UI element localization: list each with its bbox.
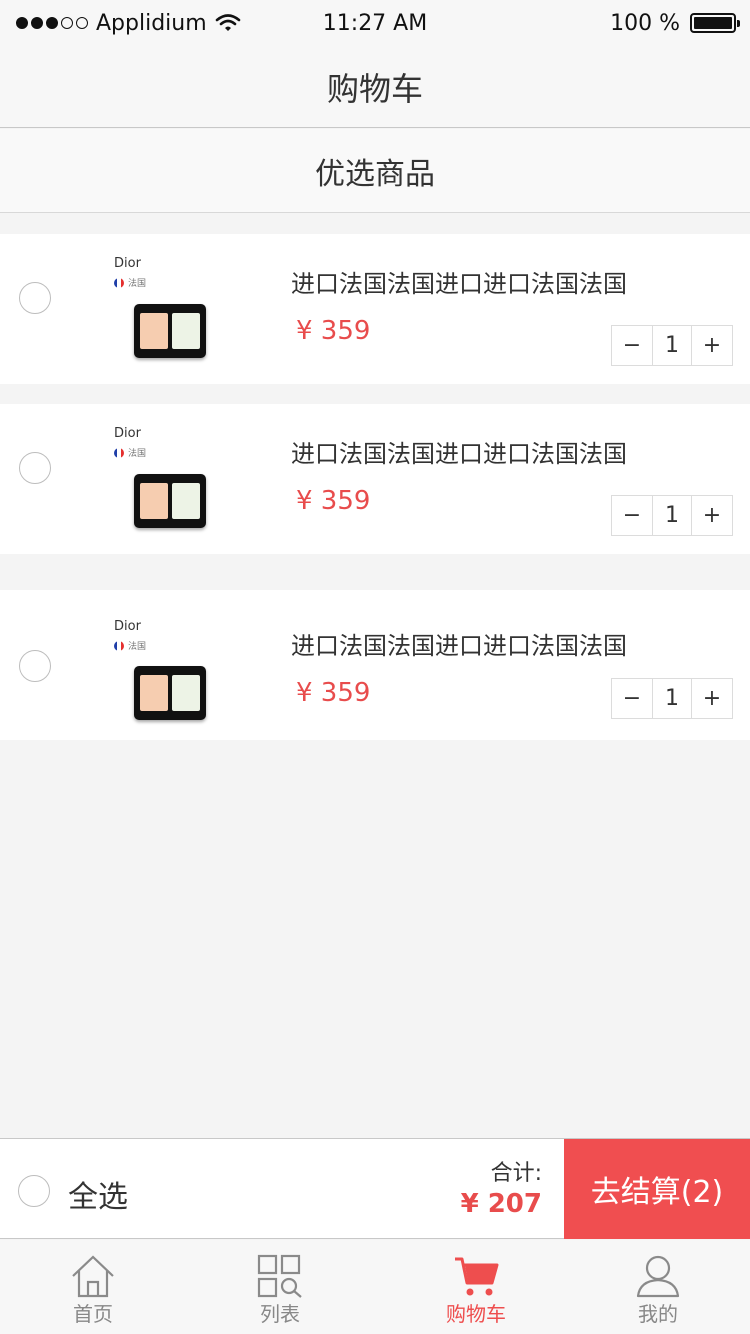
brand-label: Dior	[114, 256, 141, 271]
section-title: 优选商品	[315, 156, 435, 192]
compact-powder-image	[134, 666, 206, 720]
product-title[interactable]: 进口法国法国进口进口法国法国	[291, 434, 627, 469]
nav-bar: 购物车	[0, 46, 750, 128]
status-left: Applidium	[16, 11, 241, 36]
carrier-name: Applidium	[96, 10, 207, 36]
product-title[interactable]: 进口法国法国进口进口法国法国	[291, 264, 627, 299]
cart-icon	[455, 1257, 499, 1296]
origin-text: 法国	[128, 642, 147, 652]
list-grid-icon	[257, 1254, 302, 1298]
compact-powder-image	[134, 304, 206, 358]
item-select-radio[interactable]	[19, 650, 51, 682]
compact-powder-image	[134, 474, 206, 528]
brand-label: Dior	[114, 426, 141, 441]
status-right: 100 %	[610, 10, 740, 36]
cart-item: Dior 法国 进口法国法国进口进口法国法国 ¥ 359 − 1 +	[0, 590, 750, 740]
product-title[interactable]: 进口法国法国进口进口法国法国	[291, 626, 627, 661]
quantity-value[interactable]: 1	[652, 326, 692, 365]
checkout-bar: 全选 合计: ¥ 207 去结算(2)	[0, 1138, 750, 1239]
tab-list[interactable]: 列表	[220, 1240, 340, 1334]
decrease-button[interactable]: −	[612, 326, 652, 365]
product-price: ¥ 359	[296, 486, 371, 516]
battery-icon	[690, 13, 740, 33]
signal-strength-icon	[16, 17, 88, 29]
brand-label: Dior	[114, 619, 141, 634]
tab-cart[interactable]: 购物车	[416, 1240, 536, 1334]
select-all-label[interactable]: 全选	[68, 1172, 128, 1216]
increase-button[interactable]: +	[692, 679, 732, 718]
decrease-button[interactable]: −	[612, 679, 652, 718]
product-price: ¥ 359	[296, 316, 371, 346]
origin-label: 法国	[114, 639, 146, 652]
item-select-radio[interactable]	[19, 452, 51, 484]
product-image[interactable]: Dior 法国	[108, 422, 238, 542]
total-label: 合计:	[490, 1161, 542, 1186]
origin-label: 法国	[114, 276, 146, 289]
quantity-stepper: − 1 +	[611, 495, 733, 536]
product-image[interactable]: Dior 法国	[108, 252, 238, 372]
origin-text: 法国	[128, 279, 147, 289]
france-flag-icon	[114, 640, 124, 651]
product-price: ¥ 359	[296, 678, 371, 708]
tab-home[interactable]: 首页	[33, 1240, 153, 1334]
france-flag-icon	[114, 277, 124, 288]
tab-bar: 首页 列表 购物车 我的	[0, 1240, 750, 1334]
page-title: 购物车	[326, 69, 423, 108]
status-bar: Applidium 11:27 AM 100 %	[0, 0, 750, 46]
item-select-radio[interactable]	[19, 282, 51, 314]
increase-button[interactable]: +	[692, 496, 732, 535]
checkout-button[interactable]: 去结算(2)	[564, 1139, 750, 1239]
user-icon	[636, 1255, 680, 1298]
tab-profile[interactable]: 我的	[598, 1240, 718, 1334]
product-image[interactable]: Dior 法国	[108, 608, 238, 728]
quantity-value[interactable]: 1	[652, 496, 692, 535]
quantity-stepper: − 1 +	[611, 678, 733, 719]
tab-label: 首页	[73, 1302, 113, 1326]
wifi-icon	[215, 14, 240, 31]
select-all-radio[interactable]	[18, 1175, 50, 1207]
section-header: 优选商品	[0, 129, 750, 213]
origin-text: 法国	[128, 449, 147, 459]
cart-item: Dior 法国 进口法国法国进口进口法国法国 ¥ 359 − 1 +	[0, 404, 750, 554]
cart-item: Dior 法国 进口法国法国进口进口法国法国 ¥ 359 − 1 +	[0, 234, 750, 384]
quantity-stepper: − 1 +	[611, 325, 733, 366]
decrease-button[interactable]: −	[612, 496, 652, 535]
increase-button[interactable]: +	[692, 326, 732, 365]
origin-label: 法国	[114, 446, 146, 459]
battery-percent: 100 %	[610, 10, 680, 36]
quantity-value[interactable]: 1	[652, 679, 692, 718]
france-flag-icon	[114, 447, 124, 458]
tab-label: 列表	[260, 1302, 300, 1326]
tab-label: 我的	[638, 1302, 678, 1326]
tab-label: 购物车	[446, 1302, 506, 1326]
total-amount: ¥ 207	[460, 1189, 542, 1219]
home-icon	[72, 1255, 114, 1298]
